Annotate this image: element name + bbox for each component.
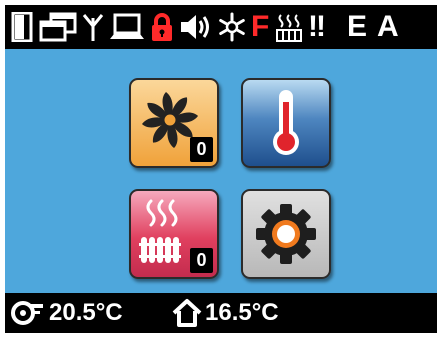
alarm-indicator: !! (308, 10, 326, 43)
outdoor-unit-icon (11, 299, 45, 327)
display-screen: F !! E A 0 0 20.5°C 16.5°C (5, 5, 437, 333)
speaker-icon (179, 11, 213, 43)
outdoor-temperature: 20.5°C (49, 299, 123, 326)
settings-tile[interactable] (241, 189, 331, 279)
temperature-tile[interactable] (241, 78, 331, 168)
snowflake-icon (218, 11, 246, 43)
thermometer-icon (273, 90, 299, 155)
a-indicator: A (377, 10, 399, 43)
bottom-bar: 20.5°C 16.5°C (5, 293, 437, 333)
heater-tile[interactable]: 0 (129, 189, 219, 279)
house-icon (171, 298, 203, 328)
windows-icon (39, 11, 77, 43)
lock-icon (150, 11, 174, 43)
status-bar: F !! E A (5, 5, 437, 49)
fault-indicator: F (251, 10, 270, 43)
heater-level-badge: 0 (190, 248, 213, 273)
fan-level-badge: 0 (190, 137, 213, 162)
fan-tile[interactable]: 0 (129, 78, 219, 168)
door-icon (11, 11, 33, 43)
indoor-temperature: 16.5°C (205, 299, 279, 326)
laptop-icon (109, 11, 145, 43)
antenna-icon (82, 11, 104, 43)
heating-icon (275, 11, 303, 43)
e-indicator: E (347, 10, 368, 43)
gear-icon (256, 204, 316, 264)
